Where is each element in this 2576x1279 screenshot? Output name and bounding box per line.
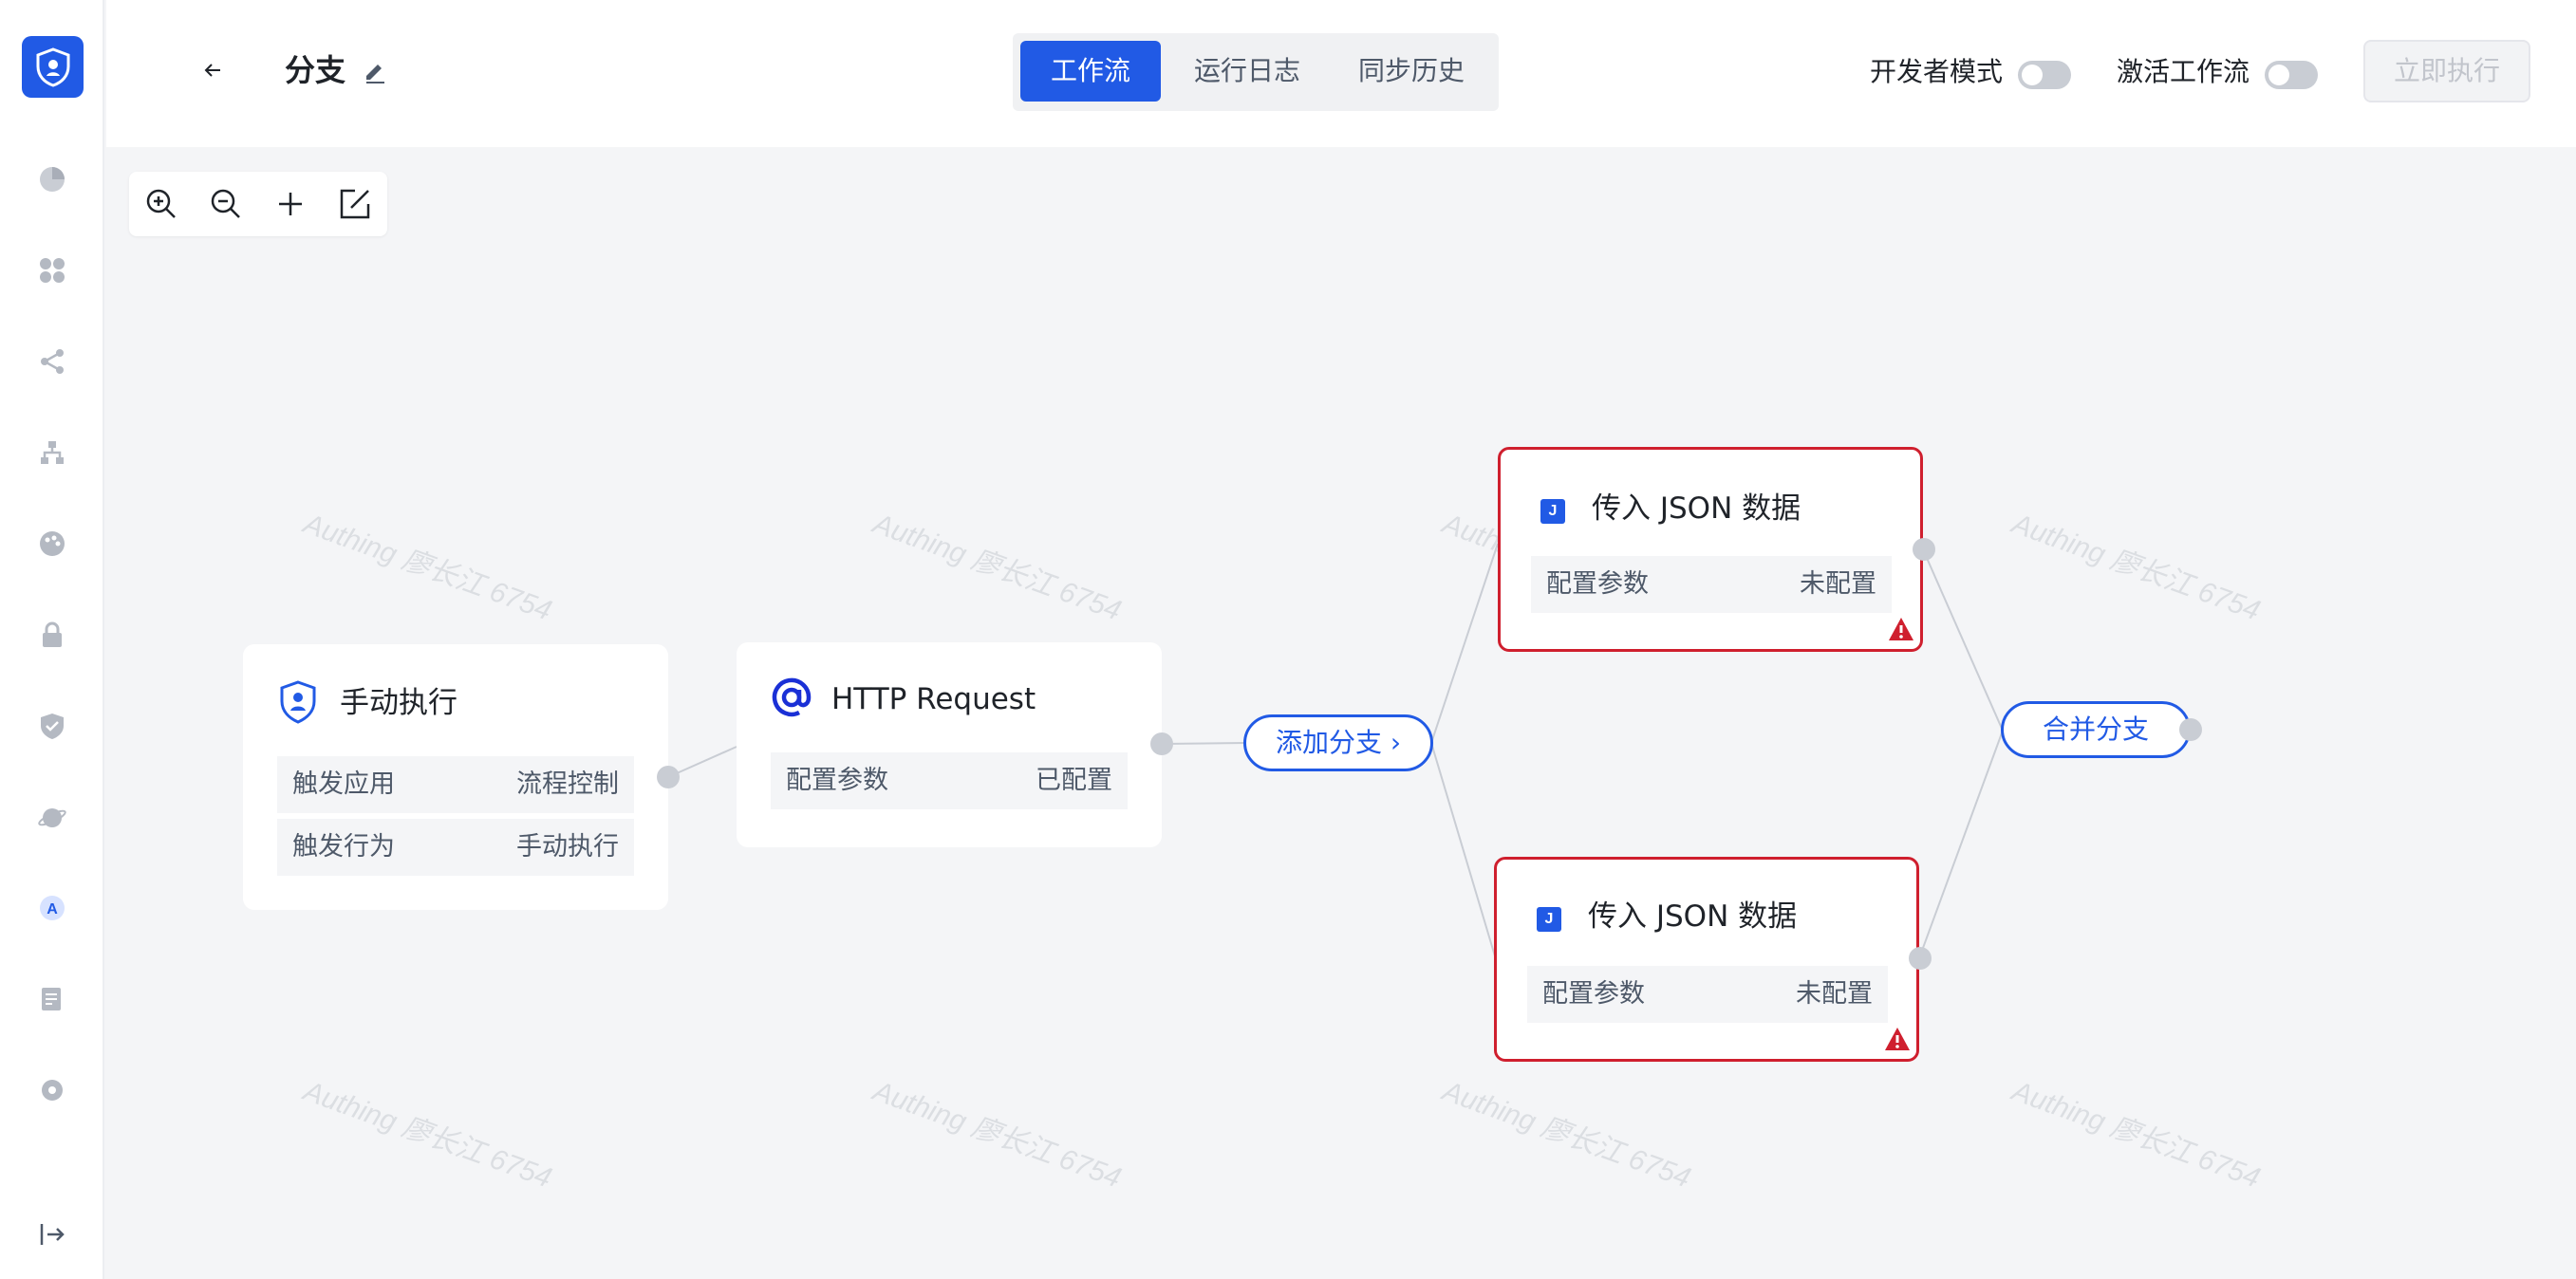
output-port[interactable]: [1913, 538, 1935, 561]
http-request-node[interactable]: HTTP Request 配置参数 已配置: [737, 642, 1162, 847]
output-port[interactable]: [1150, 732, 1173, 755]
workflow-canvas[interactable]: Authing 廖长江 6754 Authing 廖长江 6754 Authin…: [106, 147, 2576, 1279]
row-key: 触发应用: [292, 769, 395, 799]
a-circle-icon[interactable]: A: [36, 892, 68, 924]
row-value: 流程控制: [516, 769, 619, 799]
dev-mode-toggle[interactable]: [2018, 61, 2071, 89]
document-icon[interactable]: [36, 983, 68, 1015]
run-now-button[interactable]: 立即执行: [2363, 40, 2530, 102]
node-row: 配置参数 未配置: [1531, 556, 1892, 613]
shield-logo-icon: [36, 46, 69, 87]
row-key: 配置参数: [1546, 569, 1649, 599]
row-value: 手动执行: [516, 832, 619, 862]
warning-icon: [1885, 1028, 1910, 1050]
tab-sync-history[interactable]: 同步历史: [1335, 41, 1487, 102]
row-key: 触发行为: [292, 832, 395, 862]
svg-text:A: A: [47, 901, 58, 918]
top-header: 分支 工作流 运行日志 同步历史 开发者模式 激活工作流 立即执行: [106, 0, 2576, 147]
activate-workflow-label: 激活工作流: [2117, 56, 2250, 87]
tab-run-logs[interactable]: 运行日志: [1171, 41, 1323, 102]
row-key: 配置参数: [786, 766, 888, 795]
edit-title-icon[interactable]: [361, 57, 389, 85]
back-button[interactable]: [194, 51, 232, 89]
shield-check-icon[interactable]: [36, 710, 68, 742]
node-row: 配置参数 已配置: [771, 752, 1128, 809]
node-row: 触发行为 手动执行: [277, 819, 634, 876]
lock-icon[interactable]: [36, 619, 68, 651]
palette-icon[interactable]: [36, 528, 68, 560]
app-logo[interactable]: [22, 36, 84, 98]
json-icon: J: [1537, 907, 1561, 932]
activate-workflow-toggle[interactable]: [2265, 61, 2318, 89]
pie-chart-icon[interactable]: [36, 163, 68, 195]
share-icon[interactable]: [36, 345, 68, 378]
output-port[interactable]: [2179, 718, 2202, 741]
node-row: 配置参数 未配置: [1527, 966, 1888, 1023]
warning-icon: [1889, 618, 1913, 640]
exit-icon[interactable]: [36, 1218, 68, 1251]
at-sign-icon: [772, 677, 812, 717]
json-input-node[interactable]: J 传入 JSON 数据 配置参数 未配置: [1494, 857, 1919, 1062]
json-icon: J: [1540, 499, 1565, 524]
node-title: 传入 JSON 数据: [1588, 899, 1798, 934]
gear-icon[interactable]: [36, 1074, 68, 1106]
arrow-left-icon: [204, 64, 220, 77]
org-tree-icon[interactable]: [36, 436, 68, 469]
trigger-node[interactable]: 手动执行 触发应用 流程控制 触发行为 手动执行: [243, 644, 668, 910]
node-title: HTTP Request: [831, 682, 1036, 716]
shield-icon: [280, 680, 316, 724]
add-branch-button[interactable]: 添加分支 ›: [1243, 714, 1433, 771]
merge-branch-button[interactable]: 合并分支: [2001, 701, 2191, 758]
node-title: 传入 JSON 数据: [1592, 491, 1801, 526]
node-title: 手动执行: [340, 686, 457, 720]
row-value: 未配置: [1800, 569, 1876, 599]
tab-workflow[interactable]: 工作流: [1020, 41, 1161, 102]
node-row: 触发应用 流程控制: [277, 756, 634, 813]
dev-mode-label: 开发者模式: [1870, 56, 2004, 87]
view-tabs: 工作流 运行日志 同步历史: [1013, 33, 1499, 111]
page-title: 分支: [285, 52, 346, 88]
row-value: 已配置: [1036, 766, 1112, 795]
output-port[interactable]: [657, 766, 680, 788]
planet-icon[interactable]: [36, 801, 68, 833]
output-port[interactable]: [1909, 947, 1932, 970]
row-key: 配置参数: [1542, 979, 1645, 1009]
apps-icon[interactable]: [36, 254, 68, 287]
sidebar: A: [0, 0, 104, 1279]
json-input-node[interactable]: J 传入 JSON 数据 配置参数 未配置: [1498, 447, 1923, 652]
row-value: 未配置: [1796, 979, 1873, 1009]
